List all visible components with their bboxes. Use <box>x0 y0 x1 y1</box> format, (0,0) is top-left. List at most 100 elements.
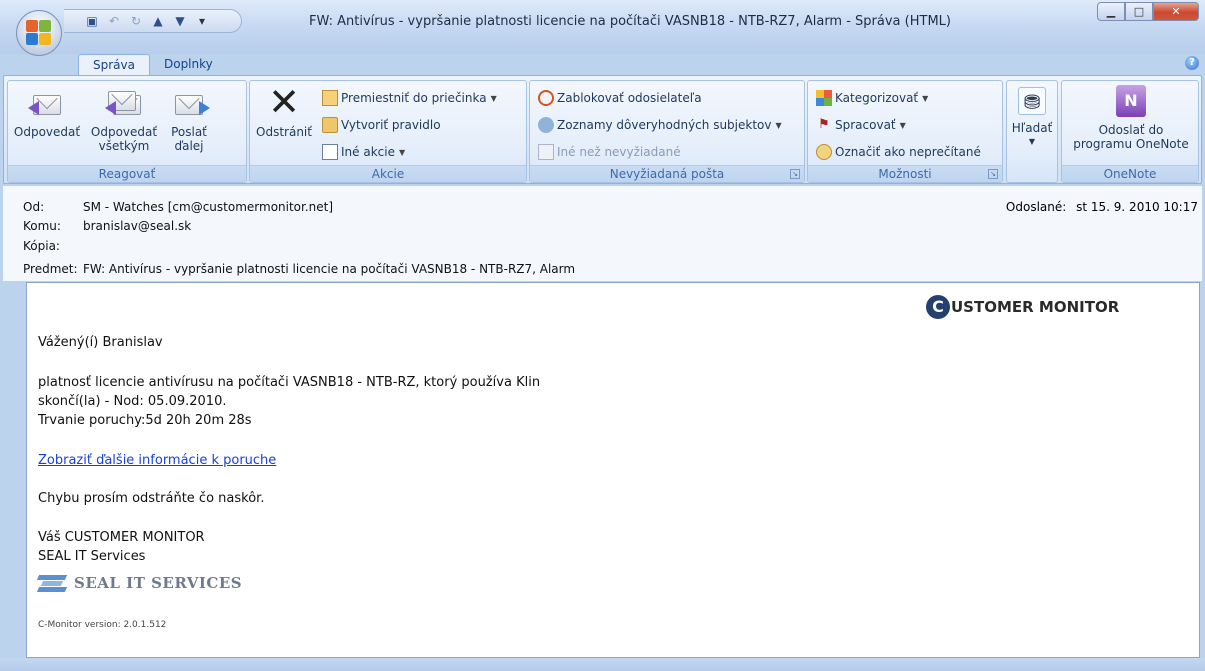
group-reagovat: Odpovedať Odpovedať všetkým Poslať ďalej… <box>7 80 247 183</box>
flag-icon: ⚑ <box>818 117 830 132</box>
safe-lists-label: Zoznamy dôveryhodných subjektov <box>557 118 772 132</box>
window-controls: ▁ □ ✕ <box>1097 2 1199 21</box>
send-to-onenote-label-2: programu OneNote <box>1073 137 1189 151</box>
categorize-label: Kategorizovať <box>835 91 919 105</box>
group-label-reagovat: Reagovať <box>8 165 246 182</box>
save-icon[interactable]: ▣ <box>84 14 100 28</box>
group-find: ⛃ Hľadať ▼ <box>1006 80 1058 183</box>
mark-unread-button[interactable]: Označiť ako neprečítané <box>816 143 981 161</box>
window-title: FW: Antivírus - vypršanie platnosti lice… <box>309 14 951 29</box>
mark-unread-label: Označiť ako neprečítané <box>835 145 981 159</box>
mark-unread-icon <box>816 144 832 160</box>
forward-label-2: ďalej <box>174 139 204 153</box>
other-actions-button[interactable]: Iné akcie ▼ <box>322 143 405 161</box>
forward-button[interactable]: Poslať ďalej <box>164 85 214 153</box>
block-sender-icon <box>538 90 554 106</box>
reply-label: Odpovedať <box>13 125 81 139</box>
delete-x-icon: ✕ <box>268 80 300 124</box>
help-icon[interactable]: ? <box>1185 56 1199 70</box>
other-actions-icon <box>322 144 338 160</box>
find-label: Hľadať <box>1011 121 1053 135</box>
find-dropdown-icon: ▼ <box>1028 137 1036 146</box>
message-line-2: skončí(la) - Nod: 05.09.2010. <box>38 394 227 409</box>
customer-monitor-logo: C USTOMER MONITOR <box>926 295 1119 319</box>
group-label-onenote: OneNote <box>1062 165 1198 182</box>
quick-access-toolbar: ▣ ↶ ↻ ▲ ▼ ▾ <box>64 9 242 33</box>
more-info-link[interactable]: Zobraziť ďalšie informácie k poruche <box>38 453 276 468</box>
message-body: C USTOMER MONITOR Vážený(í) Branislav pl… <box>26 282 1200 658</box>
binoculars-icon: ⛃ <box>1018 87 1046 115</box>
categorize-button[interactable]: Kategorizovať ▼ <box>816 89 928 107</box>
previous-item-icon[interactable]: ▲ <box>150 14 166 28</box>
follow-up-label: Spracovať <box>835 118 896 132</box>
junk-dialog-launcher-icon[interactable]: ↘ <box>790 169 800 179</box>
find-button[interactable]: ⛃ Hľadať ▼ <box>1009 87 1055 149</box>
ribbon: Odpovedať Odpovedať všetkým Poslať ďalej… <box>3 75 1202 184</box>
block-sender-button[interactable]: Zablokovať odosielateľa <box>538 89 702 107</box>
follow-up-button[interactable]: ⚑ Spracovať ▼ <box>816 116 906 134</box>
from-value[interactable]: SM - Watches [cm@customermonitor.net] <box>83 200 333 214</box>
maximize-button[interactable]: □ <box>1125 2 1153 21</box>
close-button[interactable]: ✕ <box>1153 2 1199 21</box>
message-line-1: platnosť licencie antivírusu na počítači… <box>38 375 541 390</box>
sent-label: Odoslané: <box>1005 200 1067 214</box>
seal-it-services-logo: SEAL IT SERVICES <box>36 573 243 593</box>
seal-logo-icon <box>36 573 70 593</box>
tab-sprava[interactable]: Správa <box>78 54 150 76</box>
not-junk-button[interactable]: Iné než nevyžiadané <box>538 143 681 161</box>
delete-button[interactable]: ✕ Odstrániť <box>252 80 316 139</box>
categorize-icon <box>816 90 832 106</box>
bottom-border <box>0 658 1205 671</box>
signature-line-2: SEAL IT Services <box>38 549 146 564</box>
to-value[interactable]: branislav@seal.sk <box>83 219 191 233</box>
version-text: C-Monitor version: 2.0.1.512 <box>38 620 167 630</box>
to-row: Komu: branislav@seal.sk <box>23 219 191 233</box>
options-dialog-launcher-icon[interactable]: ↘ <box>988 169 998 179</box>
reply-button[interactable]: Odpovedať <box>10 85 84 139</box>
reply-all-icon <box>105 85 141 119</box>
minimize-button[interactable]: ▁ <box>1097 2 1125 21</box>
group-label-options: Možnosti <box>808 165 1002 182</box>
tab-doplnky[interactable]: Doplnky <box>150 54 227 76</box>
redo-icon[interactable]: ↻ <box>128 14 144 28</box>
move-to-folder-label: Premiestniť do priečinka <box>341 91 487 105</box>
request-text: Chybu prosím odstráňte čo naskôr. <box>38 491 265 506</box>
sent-row: Odoslané: st 15. 9. 2010 10:17 <box>1006 200 1198 214</box>
customize-qat-icon[interactable]: ▾ <box>194 14 210 28</box>
dropdown-arrow-icon: ▼ <box>899 120 906 130</box>
reply-all-button[interactable]: Odpovedať všetkým <box>84 85 164 153</box>
message-line-3: Trvanie poruchy:5d 20h 20m 28s <box>38 413 252 428</box>
reply-icon <box>28 85 64 119</box>
from-row: Od: SM - Watches [cm@customermonitor.net… <box>23 200 333 214</box>
subject-value: FW: Antivírus - vypršanie platnosti lice… <box>83 262 576 276</box>
move-to-folder-button[interactable]: Premiestniť do priečinka ▼ <box>322 89 497 107</box>
create-rule-label: Vytvoriť pravidlo <box>341 118 441 132</box>
duration-value: 5d 20h 20m 28s <box>145 413 252 428</box>
safe-lists-icon <box>538 117 554 133</box>
group-junk-mail: Zablokovať odosielateľa Zoznamy dôveryho… <box>529 80 805 183</box>
create-rule-button[interactable]: Vytvoriť pravidlo <box>322 116 441 134</box>
other-actions-label: Iné akcie <box>341 145 395 159</box>
cc-label: Kópia: <box>23 239 60 253</box>
send-to-onenote-label-1: Odoslať do <box>1098 123 1164 137</box>
cc-row: Kópia: <box>23 239 83 253</box>
not-junk-icon <box>538 144 554 160</box>
duration-label: Trvanie poruchy: <box>38 413 146 428</box>
office-button[interactable] <box>16 10 62 56</box>
seal-logo-text: SEAL IT SERVICES <box>74 574 243 592</box>
reply-all-label-2: všetkým <box>98 139 150 153</box>
send-to-onenote-button[interactable]: N Odoslať do programu OneNote <box>1066 85 1196 151</box>
group-label-akcie: Akcie <box>250 165 526 182</box>
dropdown-arrow-icon: ▼ <box>398 147 406 157</box>
next-item-icon[interactable]: ▼ <box>172 14 188 28</box>
subject-label: Predmet: <box>23 262 78 276</box>
onenote-icon: N <box>1116 85 1146 117</box>
greeting: Vážený(í) Branislav <box>38 335 163 350</box>
forward-icon <box>172 85 210 119</box>
safe-lists-button[interactable]: Zoznamy dôveryhodných subjektov ▼ <box>538 116 782 134</box>
group-options: Kategorizovať ▼ ⚑ Spracovať ▼ Označiť ako … <box>807 80 1003 183</box>
office-logo-icon <box>26 20 52 46</box>
block-sender-label: Zablokovať odosielateľa <box>557 91 702 105</box>
undo-icon[interactable]: ↶ <box>106 14 122 28</box>
customer-monitor-logo-icon: C <box>926 295 950 319</box>
